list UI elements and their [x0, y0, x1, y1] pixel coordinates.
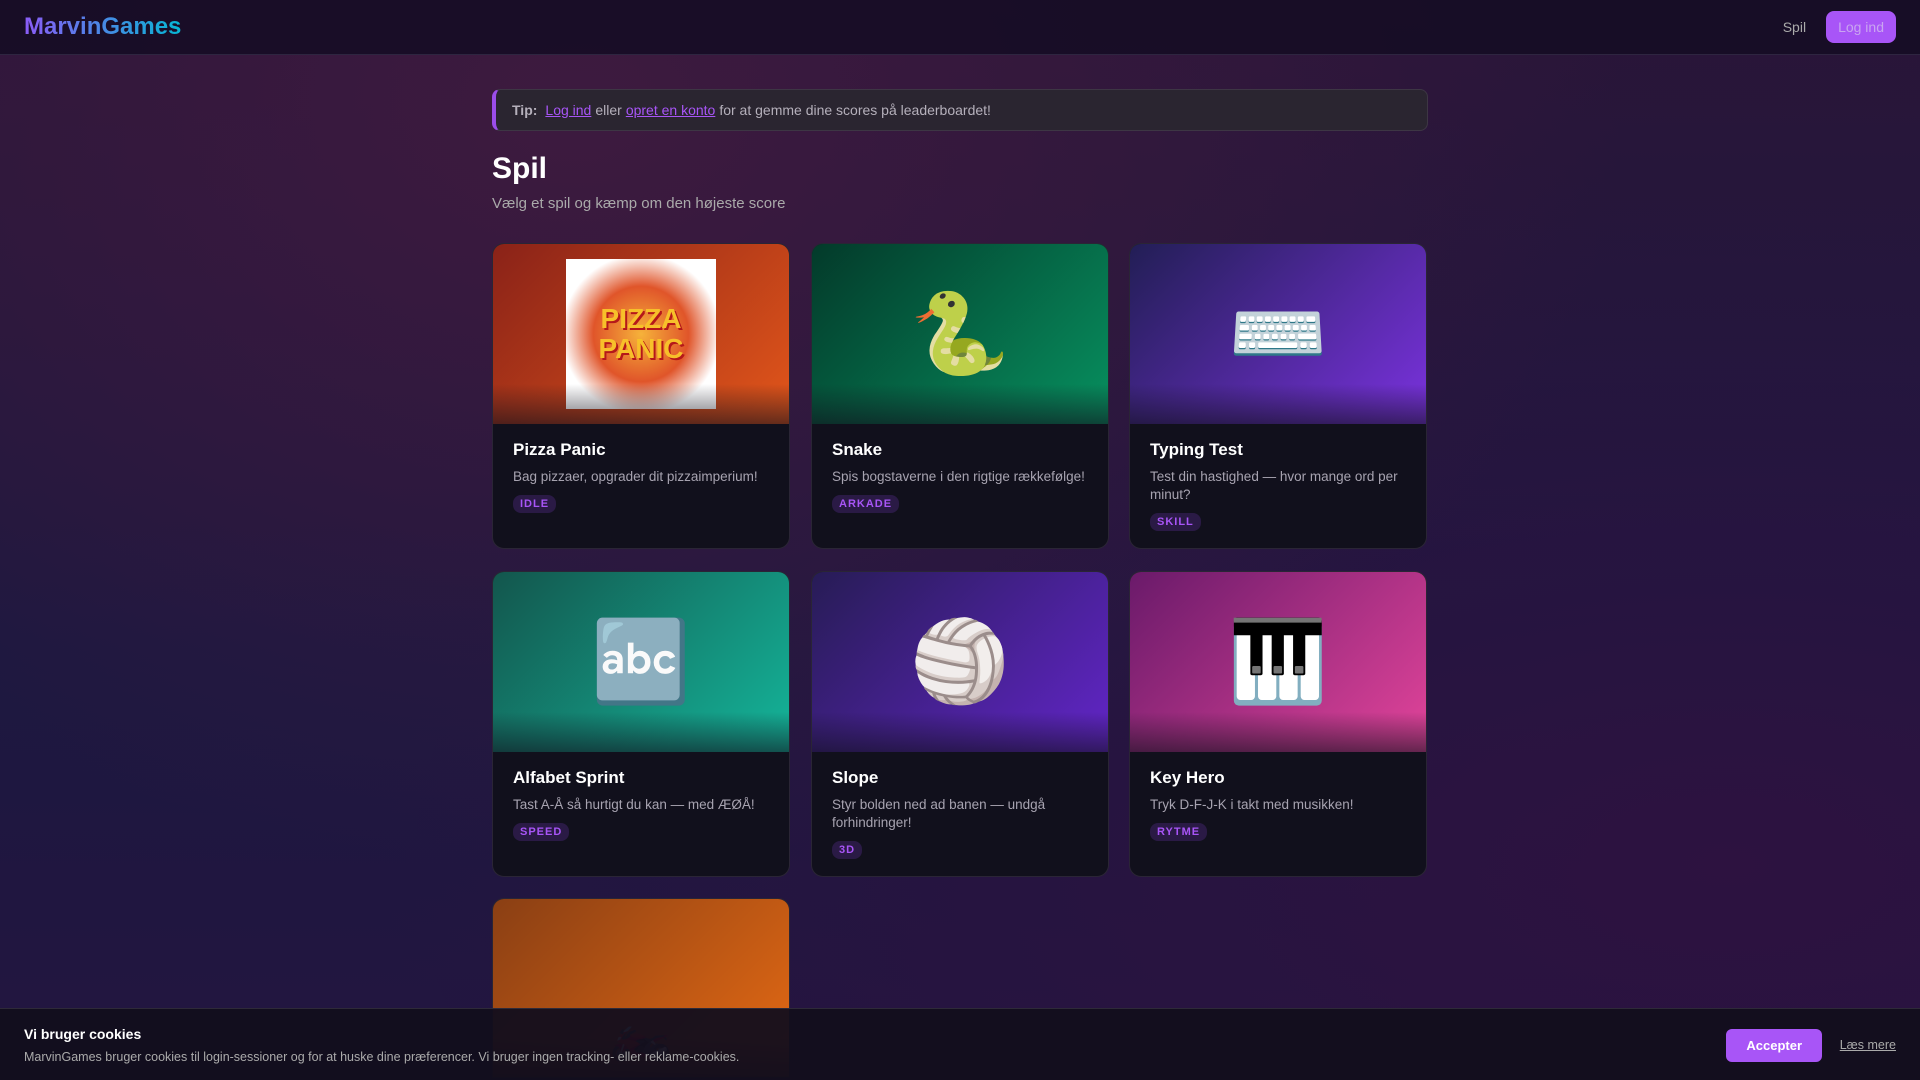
- game-title: Key Hero: [1150, 768, 1225, 787]
- logo[interactable]: MarvinGames: [24, 13, 181, 41]
- ball-icon: 🏐: [910, 617, 1010, 706]
- game-tag: SPEED: [513, 823, 570, 841]
- game-tag: 3D: [832, 841, 863, 859]
- game-description: Tryk D-F-J-K i takt med musikken!: [1150, 797, 1354, 812]
- accept-cookies-button[interactable]: Accepter: [1726, 1029, 1822, 1062]
- keyboard-icon: ⌨️: [1228, 289, 1328, 378]
- game-card-slope[interactable]: 🏐 Slope Styr bolden ned ad banen — undgå…: [811, 571, 1109, 877]
- game-card-pizza-panic[interactable]: PIZZA PANIC Pizza Panic Bag pizzaer, opg…: [492, 243, 790, 549]
- tip-label: Tip:: [512, 102, 538, 118]
- game-title: Pizza Panic: [513, 440, 606, 459]
- game-title: Alfabet Sprint: [513, 768, 625, 787]
- login-button[interactable]: Log ind: [1826, 11, 1896, 43]
- tip-text: for at gemme dine scores på leaderboarde…: [719, 102, 991, 118]
- game-title: Typing Test: [1150, 440, 1243, 459]
- top-navbar: MarvinGames Spil Log ind: [0, 0, 1920, 55]
- nav-games-link[interactable]: Spil: [1783, 19, 1806, 35]
- game-tag: IDLE: [513, 495, 557, 513]
- game-tag: ARKADE: [832, 495, 900, 513]
- tip-signup-link[interactable]: opret en konto: [626, 102, 716, 118]
- game-tag: RYTME: [1150, 823, 1208, 841]
- game-description: Spis bogstaverne i den rigtige rækkefølg…: [832, 469, 1085, 484]
- tip-banner: Tip: Log ind eller opret en konto for at…: [492, 89, 1428, 131]
- game-thumbnail: 🔤: [493, 572, 789, 752]
- game-description: Styr bolden ned ad banen — undgå forhind…: [832, 797, 1046, 830]
- game-thumbnail: 🐍: [812, 244, 1108, 424]
- game-card-snake[interactable]: 🐍 Snake Spis bogstaverne i den rigtige r…: [811, 243, 1109, 549]
- tip-text: eller: [595, 102, 622, 118]
- game-thumbnail: PIZZA PANIC: [493, 244, 789, 424]
- game-description: Test din hastighed — hvor mange ord per …: [1150, 469, 1398, 502]
- game-card-alfabet-sprint[interactable]: 🔤 Alfabet Sprint Tast A-Å så hurtigt du …: [492, 571, 790, 877]
- abc-icon: 🔤: [591, 617, 691, 706]
- read-more-link[interactable]: Læs mere: [1840, 1038, 1896, 1052]
- game-title: Snake: [832, 440, 883, 459]
- cookie-banner: Vi bruger cookies MarvinGames bruger coo…: [0, 1008, 1920, 1080]
- cookie-text: MarvinGames bruger cookies til login-ses…: [24, 1050, 740, 1064]
- game-tag: SKILL: [1150, 513, 1201, 531]
- game-title: Slope: [832, 768, 879, 787]
- cookie-title: Vi bruger cookies: [24, 1026, 142, 1042]
- game-description: Tast A-Å så hurtigt du kan — med ÆØÅ!: [513, 797, 755, 812]
- pizza-panic-logo: PIZZA PANIC: [566, 259, 716, 409]
- snake-icon: 🐍: [910, 289, 1010, 378]
- tip-login-link[interactable]: Log ind: [545, 102, 591, 118]
- game-thumbnail: 🎹: [1130, 572, 1426, 752]
- game-card-typing-test[interactable]: ⌨️ Typing Test Test din hastighed — hvor…: [1129, 243, 1427, 549]
- piano-icon: 🎹: [1228, 617, 1328, 706]
- page-subtitle: Vælg et spil og kæmp om den højeste scor…: [492, 195, 786, 212]
- page-title: Spil: [492, 152, 548, 185]
- game-thumbnail: ⌨️: [1130, 244, 1426, 424]
- game-card-key-hero[interactable]: 🎹 Key Hero Tryk D-F-J-K i takt med musik…: [1129, 571, 1427, 877]
- game-description: Bag pizzaer, opgrader dit pizzaimperium!: [513, 469, 758, 484]
- game-thumbnail: 🏐: [812, 572, 1108, 752]
